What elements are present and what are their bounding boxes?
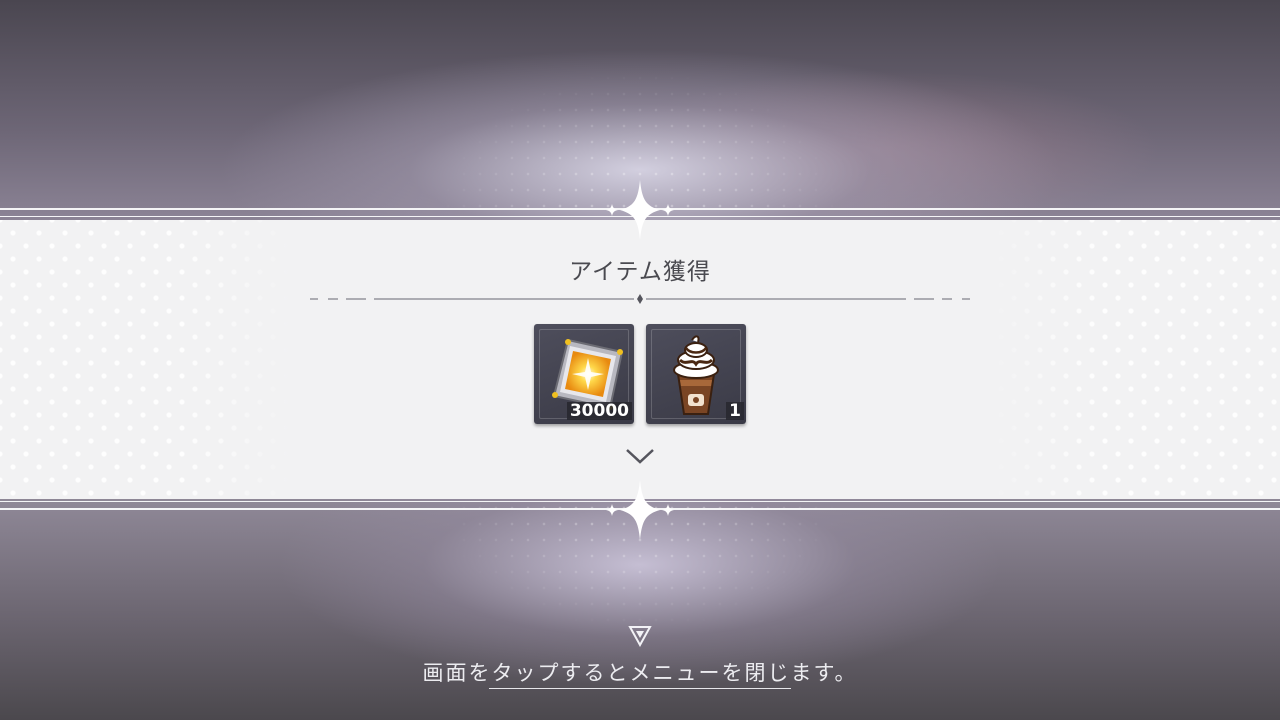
star-ornament-bottom-icon <box>606 480 674 540</box>
item-quantity: 30000 <box>566 402 632 420</box>
tap-to-close-hint[interactable]: 画面をタップするとメニューを閉じます。 <box>340 657 940 687</box>
title-divider <box>310 294 970 304</box>
star-ornament-top-icon <box>606 180 674 240</box>
dialog-title: アイテム獲得 <box>569 259 711 285</box>
tap-hint-underline <box>489 688 791 689</box>
reward-screen[interactable]: アイテム獲得 30000 1 画面をタップするとメニューを閉じます。 <box>0 0 1280 720</box>
reward-item-slot[interactable]: 1 <box>646 324 746 424</box>
reward-item-slot[interactable]: 30000 <box>534 324 634 424</box>
chevron-down-icon[interactable] <box>624 446 656 466</box>
item-quantity: 1 <box>726 402 744 420</box>
reward-item-list: 30000 1 <box>534 324 746 424</box>
tap-triangle-icon <box>628 626 652 647</box>
